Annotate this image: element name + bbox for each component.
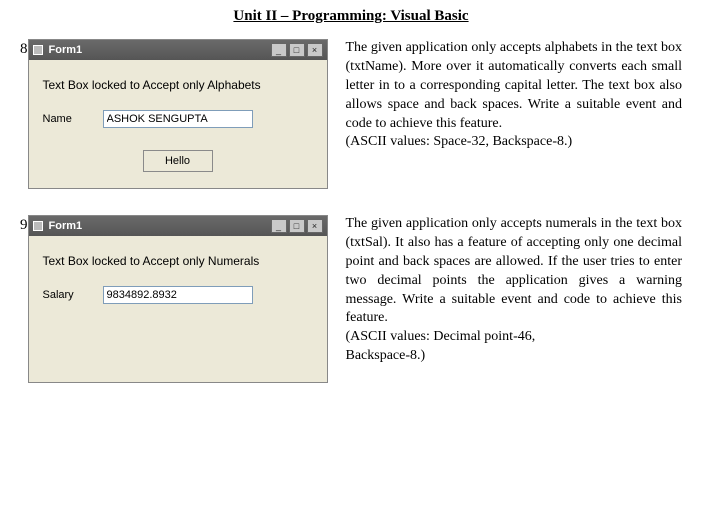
window-title: Form1 <box>49 220 271 232</box>
maximize-button[interactable]: □ <box>289 43 305 57</box>
salary-label: Salary <box>43 289 103 301</box>
ascii-hint-1: (ASCII values: Decimal point-46, <box>346 329 536 344</box>
app-icon <box>33 45 43 55</box>
question-number: 9 <box>20 215 28 234</box>
form-heading: Text Box locked to Accept only Numerals <box>43 254 313 268</box>
question-desc: The given application only accepts alpha… <box>346 40 683 131</box>
maximize-button[interactable]: □ <box>289 219 305 233</box>
close-button[interactable]: × <box>307 219 323 233</box>
question-text: The given application only accepts alpha… <box>328 39 683 152</box>
vb-form-window: Form1 _ □ × Text Box locked to Accept on… <box>28 39 328 189</box>
question-8: 8 Form1 _ □ × Text Box locked to Accept … <box>20 39 682 189</box>
name-label: Name <box>43 113 103 125</box>
ascii-hint: (ASCII values: Space-32, Backspace-8.) <box>346 134 573 149</box>
salary-input[interactable] <box>103 286 253 304</box>
form-heading: Text Box locked to Accept only Alphabets <box>43 78 313 92</box>
minimize-button[interactable]: _ <box>271 43 287 57</box>
titlebar: Form1 _ □ × <box>29 40 327 60</box>
ascii-hint-2: Backspace-8.) <box>346 348 426 363</box>
app-icon <box>33 221 43 231</box>
vb-form-window: Form1 _ □ × Text Box locked to Accept on… <box>28 215 328 383</box>
question-text: The given application only accepts numer… <box>328 215 683 366</box>
question-desc: The given application only accepts numer… <box>346 216 683 325</box>
name-input[interactable] <box>103 110 253 128</box>
window-title: Form1 <box>49 44 271 56</box>
hello-button[interactable]: Hello <box>143 150 213 172</box>
question-number: 8 <box>20 39 28 58</box>
titlebar: Form1 _ □ × <box>29 216 327 236</box>
minimize-button[interactable]: _ <box>271 219 287 233</box>
page-title: Unit II – Programming: Visual Basic <box>20 8 682 25</box>
question-9: 9 Form1 _ □ × Text Box locked to Accept … <box>20 215 682 383</box>
close-button[interactable]: × <box>307 43 323 57</box>
